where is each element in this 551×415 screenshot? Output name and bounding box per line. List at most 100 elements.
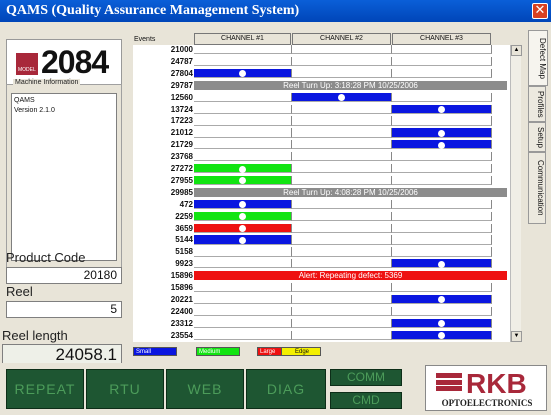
table-row[interactable]: 20221	[133, 294, 510, 305]
channel-cell[interactable]	[194, 211, 292, 221]
channel-cell[interactable]	[194, 247, 292, 257]
channel-cell[interactable]	[392, 247, 492, 257]
channel-cell[interactable]	[292, 116, 392, 126]
channel-cell[interactable]	[194, 56, 292, 67]
channel-cell[interactable]	[194, 318, 292, 328]
table-row[interactable]: 23768	[133, 152, 510, 162]
channel-cell[interactable]	[392, 318, 492, 328]
channel-cell[interactable]	[194, 116, 292, 126]
channel-cell[interactable]	[292, 211, 392, 221]
channel-cell[interactable]	[292, 318, 392, 328]
machine-info-list[interactable]: QAMS Version 2.1.0	[11, 93, 117, 261]
channel-cell[interactable]	[292, 259, 392, 269]
channel-cell[interactable]	[194, 45, 292, 55]
channel-cell[interactable]	[292, 306, 392, 317]
channel-cell[interactable]	[292, 223, 392, 233]
tab-defect-map[interactable]: Defect Map	[528, 30, 548, 86]
defect-marker-icon[interactable]	[239, 165, 246, 173]
defect-marker-icon[interactable]	[438, 106, 445, 113]
channel-cell[interactable]	[292, 140, 392, 150]
channel-cell[interactable]	[292, 247, 392, 257]
channel-cell[interactable]	[194, 140, 292, 150]
table-row[interactable]: 17223	[133, 116, 510, 126]
channel-cell[interactable]	[292, 152, 392, 162]
table-row[interactable]: 21729	[133, 140, 510, 150]
channel-cell[interactable]	[292, 56, 392, 67]
defect-marker-icon[interactable]	[438, 129, 445, 137]
table-row[interactable]: 23554	[133, 330, 510, 340]
channel-cell[interactable]	[292, 164, 392, 174]
channel-cell[interactable]	[392, 199, 492, 209]
channel-cell[interactable]	[392, 211, 492, 221]
product-code-field[interactable]: 20180	[6, 267, 122, 284]
channel-cell[interactable]	[292, 283, 392, 293]
defect-marker-icon[interactable]	[438, 141, 445, 149]
channel-cell[interactable]	[194, 223, 292, 233]
table-row[interactable]: 29985 Reel Turn Up: 4:08:28 PM 10/25/2006	[133, 187, 510, 198]
table-row[interactable]: 12560	[133, 92, 510, 102]
channel-cell[interactable]	[194, 175, 292, 186]
channel-cell[interactable]	[392, 68, 492, 79]
defect-marker-icon[interactable]	[239, 201, 246, 209]
channel-cell[interactable]	[392, 104, 492, 114]
defect-rows[interactable]: 21000 24787 27804 29787 Reel Turn Up: 3:18:2…	[133, 45, 510, 342]
defect-marker-icon[interactable]	[239, 213, 246, 221]
defect-marker-icon[interactable]	[239, 177, 246, 185]
channel-cell[interactable]	[292, 294, 392, 305]
comm-button[interactable]: COMM	[330, 369, 402, 386]
channel-cell[interactable]	[392, 223, 492, 233]
channel-cell[interactable]	[292, 92, 392, 102]
channel-cell[interactable]	[194, 294, 292, 305]
channel-cell[interactable]	[392, 56, 492, 67]
channel-cell[interactable]	[392, 45, 492, 55]
scroll-down-arrow[interactable]: ▼	[511, 331, 522, 342]
channel-cell[interactable]	[392, 175, 492, 186]
table-row[interactable]: 3659	[133, 223, 510, 233]
channel-cell[interactable]	[392, 259, 492, 269]
channel-cell[interactable]	[292, 235, 392, 245]
diag-button[interactable]: DIAG	[246, 369, 326, 409]
tab-communication[interactable]: Communication	[528, 152, 546, 224]
rtu-button[interactable]: RTU	[86, 369, 164, 409]
table-row[interactable]: 27804	[133, 68, 510, 79]
table-row[interactable]: 13724	[133, 104, 510, 114]
channel-cell[interactable]	[392, 152, 492, 162]
table-row[interactable]: 5158	[133, 247, 510, 257]
channel-cell[interactable]	[194, 330, 292, 340]
channel-cell[interactable]	[194, 164, 292, 174]
defect-marker-icon[interactable]	[239, 70, 246, 78]
table-row[interactable]: 472	[133, 199, 510, 209]
channel-cell[interactable]	[392, 235, 492, 245]
defect-marker-icon[interactable]	[438, 332, 445, 340]
reel-field[interactable]: 5	[6, 301, 122, 318]
defect-marker-icon[interactable]	[438, 296, 445, 304]
channel-cell[interactable]	[194, 68, 292, 79]
table-row[interactable]: 15896	[133, 283, 510, 293]
repeat-button[interactable]: REPEAT	[6, 369, 84, 409]
table-row[interactable]: 5144	[133, 235, 510, 245]
channel-cell[interactable]	[392, 128, 492, 138]
channel-cell[interactable]	[392, 306, 492, 317]
channel-cell[interactable]	[292, 104, 392, 114]
channel-cell[interactable]	[292, 128, 392, 138]
channel-cell[interactable]	[392, 140, 492, 150]
channel-cell[interactable]	[392, 294, 492, 305]
defect-marker-icon[interactable]	[438, 260, 445, 268]
close-button[interactable]: ✕	[532, 3, 548, 19]
channel-cell[interactable]	[194, 306, 292, 317]
channel-cell[interactable]	[194, 259, 292, 269]
channel-cell[interactable]	[392, 92, 492, 102]
vertical-scrollbar[interactable]: ▲ ▼	[510, 45, 522, 342]
table-row[interactable]: 27955	[133, 175, 510, 186]
channel-cell[interactable]	[292, 330, 392, 340]
channel-cell[interactable]	[194, 235, 292, 245]
cmd-button[interactable]: CMD	[330, 392, 402, 409]
table-row[interactable]: 22400	[133, 306, 510, 317]
defect-marker-icon[interactable]	[438, 320, 445, 328]
channel-cell[interactable]	[392, 283, 492, 293]
scroll-up-arrow[interactable]: ▲	[511, 45, 522, 56]
channel-cell[interactable]	[194, 128, 292, 138]
table-row[interactable]: 9923	[133, 259, 510, 269]
table-row[interactable]: 21012	[133, 128, 510, 138]
table-row[interactable]: 24787	[133, 56, 510, 67]
